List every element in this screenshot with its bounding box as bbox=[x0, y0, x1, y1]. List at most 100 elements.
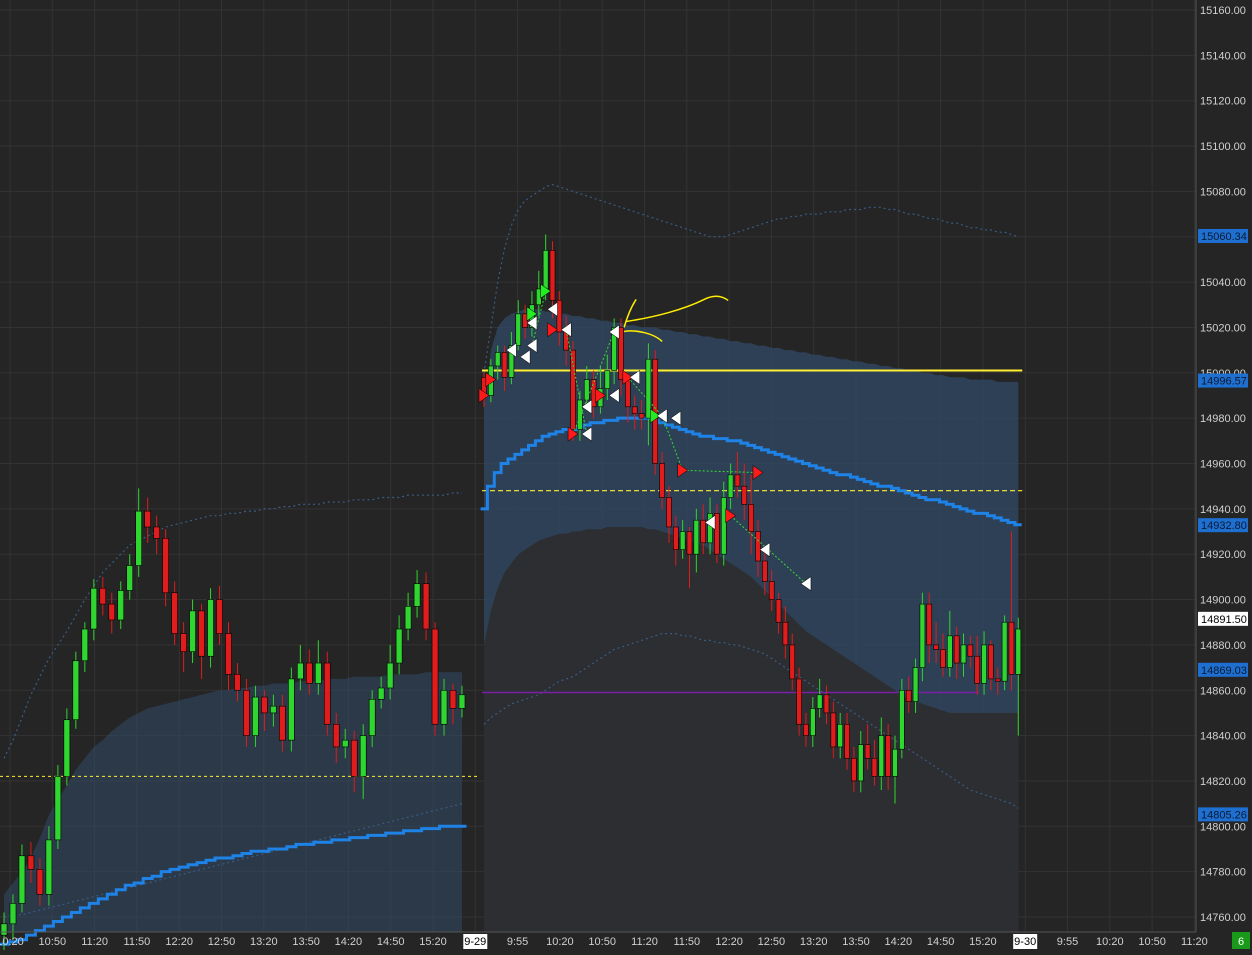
candle-body[interactable] bbox=[878, 735, 885, 777]
candle-body[interactable] bbox=[748, 504, 754, 532]
candle-body[interactable] bbox=[126, 565, 134, 591]
candle-body[interactable] bbox=[243, 689, 250, 736]
candle-body[interactable] bbox=[549, 250, 556, 301]
candle-body[interactable] bbox=[994, 678, 1001, 682]
candle-body[interactable] bbox=[604, 370, 611, 389]
candle-body[interactable] bbox=[198, 610, 205, 657]
candle-body[interactable] bbox=[189, 610, 196, 653]
candle-body[interactable] bbox=[288, 678, 295, 741]
candle-body[interactable] bbox=[323, 662, 331, 725]
candle-body[interactable] bbox=[270, 705, 277, 714]
candle-body[interactable] bbox=[775, 599, 782, 623]
candle-body[interactable] bbox=[974, 655, 981, 684]
candle-body[interactable] bbox=[755, 531, 761, 562]
candle-body[interactable] bbox=[350, 739, 358, 777]
candle-body[interactable] bbox=[108, 603, 116, 621]
candle-body[interactable] bbox=[885, 735, 891, 777]
candle-body[interactable] bbox=[153, 526, 160, 539]
candle-body[interactable] bbox=[727, 474, 734, 498]
candle-body[interactable] bbox=[279, 705, 286, 741]
candle-body[interactable] bbox=[734, 474, 741, 487]
candle-body[interactable] bbox=[494, 352, 501, 367]
candle-body[interactable] bbox=[234, 674, 241, 691]
candle-body[interactable] bbox=[501, 352, 508, 378]
candle-body[interactable] bbox=[63, 719, 71, 777]
candle-body[interactable] bbox=[851, 757, 857, 782]
candle-body[interactable] bbox=[892, 748, 898, 777]
candle-body[interactable] bbox=[631, 406, 638, 414]
candle-body[interactable] bbox=[458, 694, 466, 709]
candle-body[interactable] bbox=[830, 712, 837, 748]
candle-body[interactable] bbox=[693, 519, 700, 555]
candle-body[interactable] bbox=[933, 644, 939, 650]
candle-body[interactable] bbox=[803, 723, 809, 736]
candle-body[interactable] bbox=[796, 678, 802, 725]
candle-body[interactable] bbox=[638, 413, 645, 419]
candle-body[interactable] bbox=[81, 628, 89, 662]
candle-body[interactable] bbox=[225, 633, 232, 675]
candle-body[interactable] bbox=[207, 599, 214, 657]
candle-body[interactable] bbox=[967, 644, 974, 657]
candle-body[interactable] bbox=[679, 531, 686, 550]
candle-body[interactable] bbox=[659, 463, 665, 498]
candle-body[interactable] bbox=[297, 662, 304, 680]
candle-body[interactable] bbox=[823, 694, 830, 714]
candle-body[interactable] bbox=[413, 583, 421, 607]
candle-body[interactable] bbox=[946, 635, 953, 668]
candle-body[interactable] bbox=[837, 723, 844, 748]
candle-body[interactable] bbox=[449, 689, 457, 709]
candle-body[interactable] bbox=[171, 592, 178, 634]
candle-body[interactable] bbox=[816, 694, 823, 709]
candle-body[interactable] bbox=[332, 723, 340, 748]
candle-body[interactable] bbox=[45, 839, 53, 895]
candle-body[interactable] bbox=[90, 587, 98, 630]
candle-body[interactable] bbox=[672, 526, 679, 550]
candle-body[interactable] bbox=[9, 903, 17, 925]
candle-body[interactable] bbox=[981, 644, 987, 684]
candle-body[interactable] bbox=[926, 603, 933, 646]
candle-body[interactable] bbox=[135, 510, 142, 566]
candle-body[interactable] bbox=[404, 606, 412, 630]
candle-body[interactable] bbox=[809, 708, 816, 736]
candle-body[interactable] bbox=[440, 689, 448, 725]
candle-body[interactable] bbox=[36, 869, 44, 895]
candle-body[interactable] bbox=[306, 662, 313, 684]
candle-body[interactable] bbox=[720, 497, 727, 555]
candle-body[interactable] bbox=[27, 855, 35, 870]
candle-body[interactable] bbox=[988, 644, 994, 680]
candle-body[interactable] bbox=[577, 399, 583, 430]
candle-body[interactable] bbox=[700, 519, 707, 544]
candle-body[interactable] bbox=[782, 621, 789, 646]
candle-body[interactable] bbox=[844, 723, 850, 759]
candle-body[interactable] bbox=[216, 599, 223, 634]
candle-body[interactable] bbox=[1008, 621, 1015, 675]
candle-body[interactable] bbox=[857, 744, 864, 782]
candle-body[interactable] bbox=[940, 649, 946, 668]
candle-body[interactable] bbox=[386, 662, 394, 689]
chart-canvas[interactable]: 15160.00 15140.00 15120.00 15100.00 15080.00… bbox=[0, 0, 1252, 952]
candle-body[interactable] bbox=[789, 644, 796, 680]
candle-body[interactable] bbox=[741, 485, 748, 505]
candle-body[interactable] bbox=[180, 633, 187, 653]
candle-body[interactable] bbox=[919, 603, 926, 668]
candle-body[interactable] bbox=[1001, 621, 1008, 682]
candle-body[interactable] bbox=[377, 687, 385, 700]
candle-body[interactable] bbox=[252, 696, 259, 736]
candle-body[interactable] bbox=[359, 735, 367, 777]
candle-body[interactable] bbox=[912, 667, 919, 702]
candle-body[interactable] bbox=[368, 699, 376, 736]
candle-body[interactable] bbox=[314, 662, 322, 684]
candle-body[interactable] bbox=[542, 250, 549, 290]
candle-body[interactable] bbox=[341, 739, 349, 748]
candle-body[interactable] bbox=[768, 581, 775, 600]
candle-body[interactable] bbox=[864, 744, 871, 759]
price-chart[interactable]: 15160.00 15140.00 15120.00 15100.00 15080.00… bbox=[0, 0, 1252, 952]
candle-body[interactable] bbox=[0, 923, 8, 936]
candle-body[interactable] bbox=[72, 660, 80, 721]
candle-body[interactable] bbox=[686, 531, 693, 555]
candle-body[interactable] bbox=[18, 855, 26, 904]
candle-body[interactable] bbox=[117, 590, 125, 621]
candle-body[interactable] bbox=[762, 560, 768, 582]
candle-body[interactable] bbox=[625, 379, 631, 408]
candle-body[interactable] bbox=[144, 510, 151, 528]
